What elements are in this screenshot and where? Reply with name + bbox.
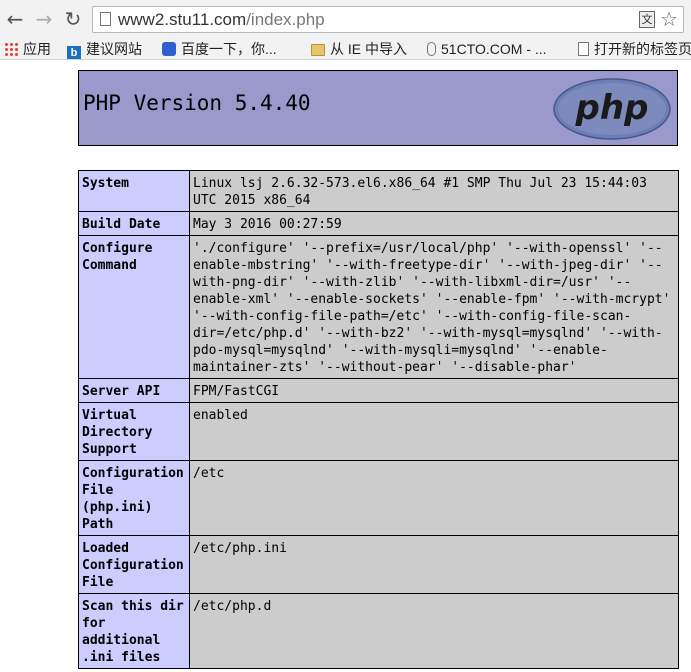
table-row: Virtual Directory Support enabled: [78, 402, 679, 461]
bookmark-import-ie[interactable]: 从 IE 中导入: [311, 39, 407, 59]
baidu-paw-icon: [162, 42, 176, 56]
address-bar[interactable]: www2.stu11.com/index.php 文 ☆: [92, 6, 684, 33]
phpinfo-table: System Linux lsj 2.6.32-573.el6.x86_64 #…: [78, 170, 679, 669]
back-arrow-icon[interactable]: ←: [4, 8, 26, 30]
bookmark-51cto[interactable]: 51CTO.COM - ...: [427, 39, 547, 59]
row-key: Virtual Directory Support: [78, 402, 190, 461]
row-key: System: [78, 170, 190, 212]
php-logo: php: [553, 78, 671, 140]
row-key: Scan this dir for additional .ini files: [78, 593, 190, 669]
table-row: Server API FPM/FastCGI: [78, 378, 679, 403]
translate-icon[interactable]: 文: [639, 11, 655, 28]
bing-icon: b: [67, 46, 81, 59]
row-key: Loaded Configuration File: [78, 535, 190, 594]
page-icon: [578, 42, 589, 56]
url-host: www2.stu11.com: [118, 10, 247, 29]
row-key: Build Date: [78, 211, 190, 236]
table-row: Build Date May 3 2016 00:27:59: [78, 211, 679, 236]
row-value: /etc: [189, 460, 679, 536]
paperclip-icon: [427, 42, 436, 56]
star-icon[interactable]: ☆: [660, 7, 678, 31]
page-title: PHP Version 5.4.40: [83, 91, 311, 115]
row-value: /etc/php.d: [189, 593, 679, 669]
row-value: Linux lsj 2.6.32-573.el6.x86_64 #1 SMP T…: [189, 170, 679, 212]
row-key: Configure Command: [78, 235, 190, 379]
bookmark-label: 应用: [23, 41, 51, 57]
bookmark-baidu[interactable]: 百度一下，你...: [162, 39, 277, 59]
row-value: enabled: [189, 402, 679, 461]
row-value: FPM/FastCGI: [189, 378, 679, 403]
reload-icon[interactable]: ↻: [62, 8, 84, 30]
row-value: /etc/php.ini: [189, 535, 679, 594]
bookmark-label: 打开新的标签页: [594, 41, 691, 57]
folder-icon: [311, 44, 325, 56]
phpinfo-header: PHP Version 5.4.40 php: [78, 70, 678, 146]
row-key: Configuration File (php.ini) Path: [78, 460, 190, 536]
bookmark-label: 51CTO.COM - ...: [441, 41, 547, 57]
bookmarks-bar: 应用 b 建议网站 百度一下，你... 从 IE 中导入 51CTO.COM - …: [0, 38, 691, 60]
table-row: Configuration File (php.ini) Path /etc: [78, 460, 679, 536]
table-row: Scan this dir for additional .ini files …: [78, 593, 679, 669]
bookmark-label: 建议网站: [86, 41, 142, 57]
bookmark-label: 从 IE 中导入: [330, 41, 408, 57]
row-key: Server API: [78, 378, 190, 403]
bookmark-suggested-sites[interactable]: b 建议网站: [67, 39, 142, 59]
bookmark-label: 百度一下，你...: [181, 41, 277, 57]
row-value: './configure' '--prefix=/usr/local/php' …: [189, 235, 679, 379]
bookmark-apps[interactable]: 应用: [4, 39, 51, 59]
browser-toolbar: ← → ↻ www2.stu11.com/index.php 文 ☆: [0, 0, 691, 38]
forward-arrow-icon[interactable]: →: [33, 8, 55, 30]
table-row: System Linux lsj 2.6.32-573.el6.x86_64 #…: [78, 170, 679, 212]
url-path: /index.php: [246, 10, 325, 29]
apps-grid-icon: [4, 42, 18, 56]
page-icon: [100, 12, 111, 26]
php-logo-text: php: [575, 88, 649, 128]
page-content: PHP Version 5.4.40 php System Linux lsj …: [0, 60, 691, 672]
row-value: May 3 2016 00:27:59: [189, 211, 679, 236]
table-row: Configure Command './configure' '--prefi…: [78, 235, 679, 379]
url-text[interactable]: www2.stu11.com/index.php: [118, 10, 325, 30]
bookmark-new-tab[interactable]: 打开新的标签页: [578, 39, 691, 59]
table-row: Loaded Configuration File /etc/php.ini: [78, 535, 679, 594]
